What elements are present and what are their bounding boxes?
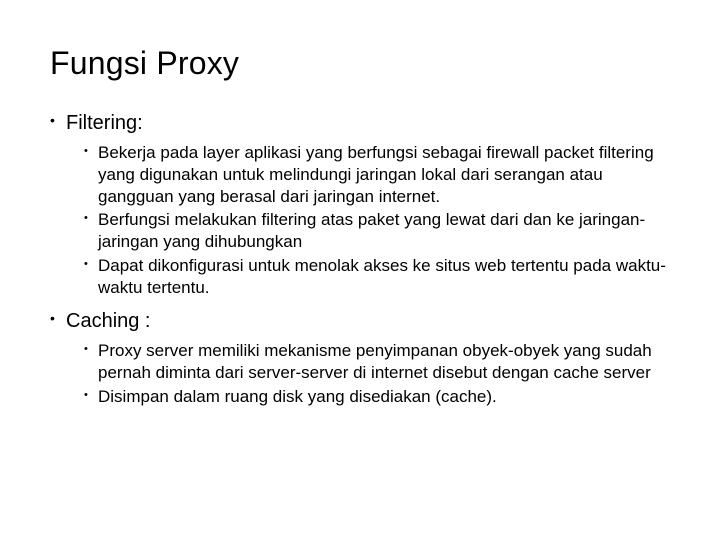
content-list: Filtering: Bekerja pada layer aplikasi y… <box>50 110 670 408</box>
list-item: Bekerja pada layer aplikasi yang berfung… <box>84 142 670 207</box>
item-text: Proxy server memiliki mekanisme penyimpa… <box>98 341 652 382</box>
list-item: Berfungsi melakukan filtering atas paket… <box>84 209 670 253</box>
section-heading: Caching : <box>66 310 151 332</box>
filtering-sublist: Bekerja pada layer aplikasi yang berfung… <box>66 142 670 298</box>
list-item: Dapat dikonfigurasi untuk menolak akses … <box>84 255 670 299</box>
section-filtering: Filtering: Bekerja pada layer aplikasi y… <box>50 110 670 298</box>
section-caching: Caching : Proxy server memiliki mekanism… <box>50 308 670 407</box>
slide-title: Fungsi Proxy <box>50 45 670 82</box>
item-text: Dapat dikonfigurasi untuk menolak akses … <box>98 256 666 297</box>
item-text: Disimpan dalam ruang disk yang disediaka… <box>98 387 497 406</box>
item-text: Bekerja pada layer aplikasi yang berfung… <box>98 143 654 206</box>
caching-sublist: Proxy server memiliki mekanisme penyimpa… <box>66 340 670 407</box>
item-text: Berfungsi melakukan filtering atas paket… <box>98 210 645 251</box>
list-item: Proxy server memiliki mekanisme penyimpa… <box>84 340 670 384</box>
list-item: Disimpan dalam ruang disk yang disediaka… <box>84 386 670 408</box>
section-heading: Filtering: <box>66 112 143 134</box>
slide: Fungsi Proxy Filtering: Bekerja pada lay… <box>0 0 720 540</box>
